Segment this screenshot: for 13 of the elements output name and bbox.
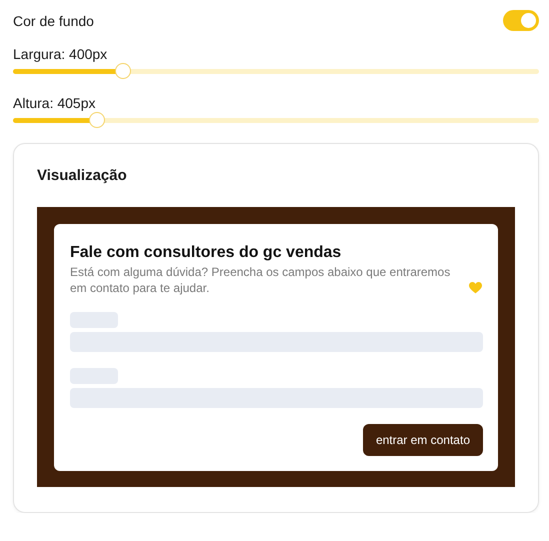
form-description: Está com alguma dúvida? Preencha os campos abaixo que entraremos em contato para te ajudar. (70, 264, 452, 296)
toggle-label: Cor de fundo (13, 12, 94, 28)
slider-thumb[interactable] (115, 63, 132, 79)
slider-label: Largura: 400px (13, 46, 108, 63)
heart-icon (469, 282, 482, 294)
form-title: Fale com consultores do gc vendas (70, 244, 342, 262)
slider-thumb[interactable] (89, 112, 106, 128)
contact-button[interactable]: entrar em contato (362, 424, 483, 456)
preview-title: Visualização (37, 166, 128, 186)
slider-track[interactable] (13, 112, 539, 129)
slider-track[interactable] (13, 63, 539, 80)
slider-label: Altura: 405px (13, 95, 96, 112)
toggle-switch[interactable] (503, 10, 539, 31)
